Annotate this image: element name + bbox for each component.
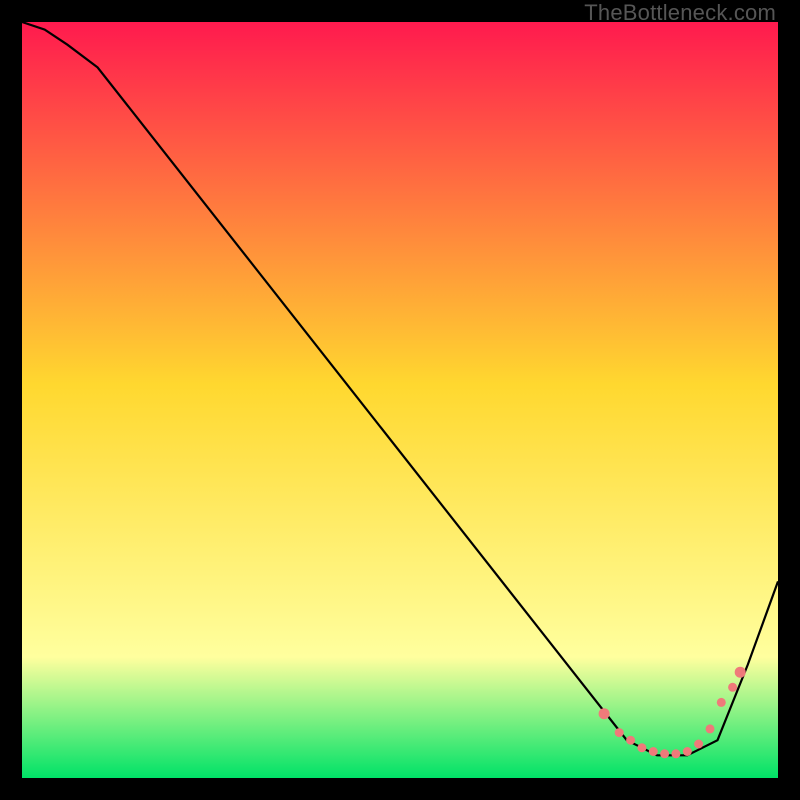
- sweet-spot-dot: [649, 747, 658, 756]
- sweet-spot-dot: [637, 743, 646, 752]
- watermark-text: TheBottleneck.com: [584, 0, 776, 26]
- sweet-spot-dot: [626, 736, 635, 745]
- sweet-spot-dot: [706, 724, 715, 733]
- sweet-spot-dot: [660, 749, 669, 758]
- sweet-spot-dot: [599, 708, 610, 719]
- sweet-spot-dot: [683, 747, 692, 756]
- sweet-spot-dot: [615, 728, 624, 737]
- sweet-spot-dot: [694, 740, 703, 749]
- bottleneck-chart: [22, 22, 778, 778]
- sweet-spot-dot: [728, 683, 737, 692]
- chart-frame: [22, 22, 778, 778]
- sweet-spot-dot: [717, 698, 726, 707]
- sweet-spot-dot: [735, 667, 746, 678]
- sweet-spot-dot: [671, 749, 680, 758]
- gradient-area: [22, 22, 778, 778]
